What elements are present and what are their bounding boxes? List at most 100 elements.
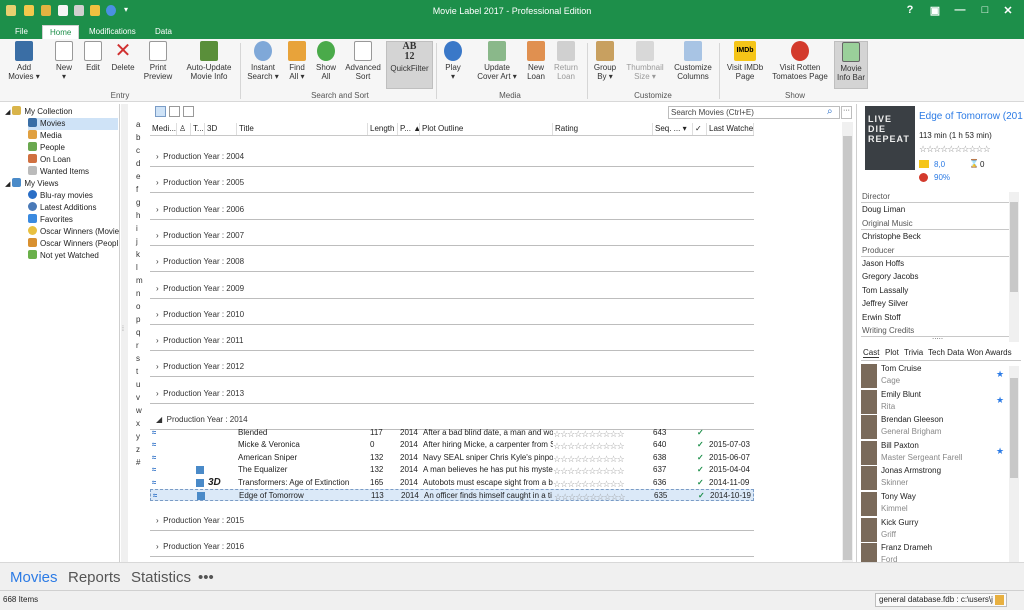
group-header-row[interactable]: › Production Year : 2006: [150, 205, 754, 220]
print-preview-button[interactable]: Print Preview: [142, 41, 174, 81]
alphabet-letter[interactable]: z: [136, 445, 140, 454]
alphabet-letter[interactable]: p: [136, 315, 140, 324]
crew-name[interactable]: Jeffrey Silver: [862, 299, 908, 308]
alphabet-letter[interactable]: m: [136, 276, 143, 285]
group-header-row[interactable]: › Production Year : 2007: [150, 231, 754, 246]
alphabet-letter[interactable]: g: [136, 198, 140, 207]
favorite-star-icon[interactable]: ★: [996, 446, 1004, 457]
cast-name[interactable]: Tony Way: [881, 492, 916, 501]
crew-name[interactable]: Christophe Beck: [862, 232, 921, 241]
alphabet-letter[interactable]: #: [136, 458, 140, 467]
cast-member[interactable]: Bill Paxton Master Sergeant Farell ★: [861, 440, 1011, 466]
cast-name[interactable]: Franz Drameh: [881, 543, 932, 552]
rating-stars[interactable]: ☆☆☆☆☆☆☆☆☆☆: [553, 440, 625, 452]
column-3d[interactable]: 3D: [205, 123, 237, 135]
new-loan-button[interactable]: New Loan: [524, 41, 548, 81]
database-indicator[interactable]: general database.fdb : c:\users\j: [875, 593, 1007, 607]
rating-stars[interactable]: ☆☆☆☆☆☆☆☆☆☆: [553, 453, 625, 465]
alphabet-letter[interactable]: w: [136, 406, 142, 415]
tab-plot[interactable]: Plot: [885, 348, 899, 357]
customize-columns-button[interactable]: Customize Columns: [672, 41, 714, 81]
rotten-tomatoes-score[interactable]: 90%: [934, 173, 950, 182]
tab-tech-data[interactable]: Tech Data: [928, 348, 964, 357]
crew-scrollbar[interactable]: [1009, 192, 1019, 342]
favorite-star-icon[interactable]: ★: [996, 369, 1004, 380]
group-header-row[interactable]: › Production Year : 2012: [150, 362, 754, 378]
cast-member[interactable]: Jonas Armstrong Skinner: [861, 465, 1011, 491]
rating-stars[interactable]: ☆☆☆☆☆☆☆☆☆☆: [553, 478, 625, 490]
alphabet-letter[interactable]: c: [136, 146, 140, 155]
search-icon[interactable]: ⌕: [827, 106, 833, 117]
return-loan-button[interactable]: Return Loan: [552, 41, 580, 81]
show-all-button[interactable]: Show All: [313, 41, 339, 81]
group-header-row[interactable]: › Production Year : 2010: [150, 310, 754, 325]
tab-cast[interactable]: Cast: [863, 348, 880, 358]
tree-item-my-views[interactable]: ◢ My Views: [5, 178, 58, 190]
cast-member[interactable]: Emily Blunt Rita ★: [861, 389, 1011, 415]
crew-name[interactable]: Tom Lassally: [862, 286, 908, 295]
new-button[interactable]: New ▾: [52, 41, 76, 81]
column-watched[interactable]: ✓: [693, 123, 707, 135]
nav-more[interactable]: •••: [198, 569, 214, 586]
column-title[interactable]: Title: [237, 123, 368, 135]
alphabet-letter[interactable]: n: [136, 289, 140, 298]
restore-ribbon-button[interactable]: ▣: [925, 4, 945, 17]
group-header-row[interactable]: › Production Year : 2008: [150, 257, 754, 273]
cast-name[interactable]: Kick Gurry: [881, 518, 918, 527]
column-production-year[interactable]: P... ▲: [398, 123, 420, 135]
group-header-row[interactable]: › Production Year : 2015: [150, 516, 754, 531]
update-cover-art-button[interactable]: Update Cover Art ▾: [474, 41, 520, 81]
list-scrollbar[interactable]: [842, 122, 853, 562]
tree-item-oscar-people[interactable]: Oscar Winners (Peopl: [28, 238, 118, 250]
tree-item-oscar-movies[interactable]: Oscar Winners (Movie: [28, 226, 119, 238]
list-view-icon[interactable]: [183, 106, 194, 117]
table-row[interactable]: ≈ Micke & Veronica 0 2014 After hiring Micke…: [150, 439, 754, 451]
alphabet-letter[interactable]: s: [136, 354, 140, 363]
tree-item-not-yet-watched[interactable]: Not yet Watched: [28, 250, 99, 262]
thumbnail-view-icon[interactable]: [169, 106, 180, 117]
crew-name[interactable]: Erwin Stoff: [862, 313, 901, 322]
cast-name[interactable]: Bill Paxton: [881, 441, 919, 450]
tree-item-favorites[interactable]: Favorites: [28, 214, 73, 226]
cast-member[interactable]: Tony Way Kimmel: [861, 491, 1011, 517]
group-header-row[interactable]: › Production Year : 2005: [150, 178, 754, 194]
cast-name[interactable]: Brendan Gleeson: [881, 415, 943, 424]
tree-item-my-collection[interactable]: ◢ My Collection: [5, 106, 72, 118]
crew-name[interactable]: Doug Liman: [862, 205, 905, 214]
quickfilter-button[interactable]: AB 12 QuickFilter: [386, 41, 433, 89]
delete-button[interactable]: ✕ Delete: [109, 41, 137, 72]
alphabet-letter[interactable]: v: [136, 393, 140, 402]
movie-poster[interactable]: LIVE DIE REPEAT: [865, 106, 915, 170]
table-row[interactable]: ≈ American Sniper 132 2014 Navy SEAL sniper …: [150, 452, 754, 464]
cast-name[interactable]: Tom Cruise: [881, 364, 921, 373]
auto-update-button[interactable]: Auto-Update Movie Info: [182, 41, 236, 81]
find-all-button[interactable]: Find All ▾: [284, 41, 310, 81]
scrollbar-thumb[interactable]: [843, 136, 852, 560]
alphabet-letter[interactable]: i: [136, 224, 138, 233]
tree-item-movies[interactable]: Movies: [28, 118, 118, 130]
group-by-button[interactable]: Group By ▾: [591, 41, 619, 81]
cast-member[interactable]: Tom Cruise Cage ★: [861, 363, 1011, 389]
cast-scrollbar[interactable]: [1009, 366, 1019, 562]
alphabet-letter[interactable]: k: [136, 250, 140, 259]
cast-name[interactable]: Jonas Armstrong: [881, 466, 941, 475]
alphabet-letter[interactable]: t: [136, 367, 138, 376]
nav-statistics[interactable]: Statistics: [131, 569, 191, 586]
cast-member[interactable]: Kick Gurry Griff: [861, 517, 1011, 543]
tree-item-on-loan[interactable]: On Loan: [28, 154, 71, 166]
alphabet-letter[interactable]: r: [136, 341, 139, 350]
favorite-star-icon[interactable]: ★: [996, 395, 1004, 406]
add-movies-button[interactable]: Add Movies ▾: [6, 41, 42, 81]
alphabet-letter[interactable]: x: [136, 419, 140, 428]
alphabet-letter[interactable]: y: [136, 432, 140, 441]
column-length[interactable]: Length: [368, 123, 398, 135]
alphabet-letter[interactable]: l: [136, 263, 138, 272]
column-last-watched[interactable]: Last Watche: [707, 123, 754, 135]
instant-search-button[interactable]: Instant Search ▾: [246, 41, 280, 81]
alphabet-letter[interactable]: u: [136, 380, 140, 389]
group-header-row[interactable]: › Production Year : 2011: [150, 336, 754, 352]
edit-button[interactable]: Edit: [81, 41, 105, 72]
visit-rotten-tomatoes-button[interactable]: Visit Rotten Tomatoes Page: [770, 41, 830, 81]
tree-item-people[interactable]: People: [28, 142, 65, 154]
tab-home[interactable]: Home: [42, 25, 80, 39]
